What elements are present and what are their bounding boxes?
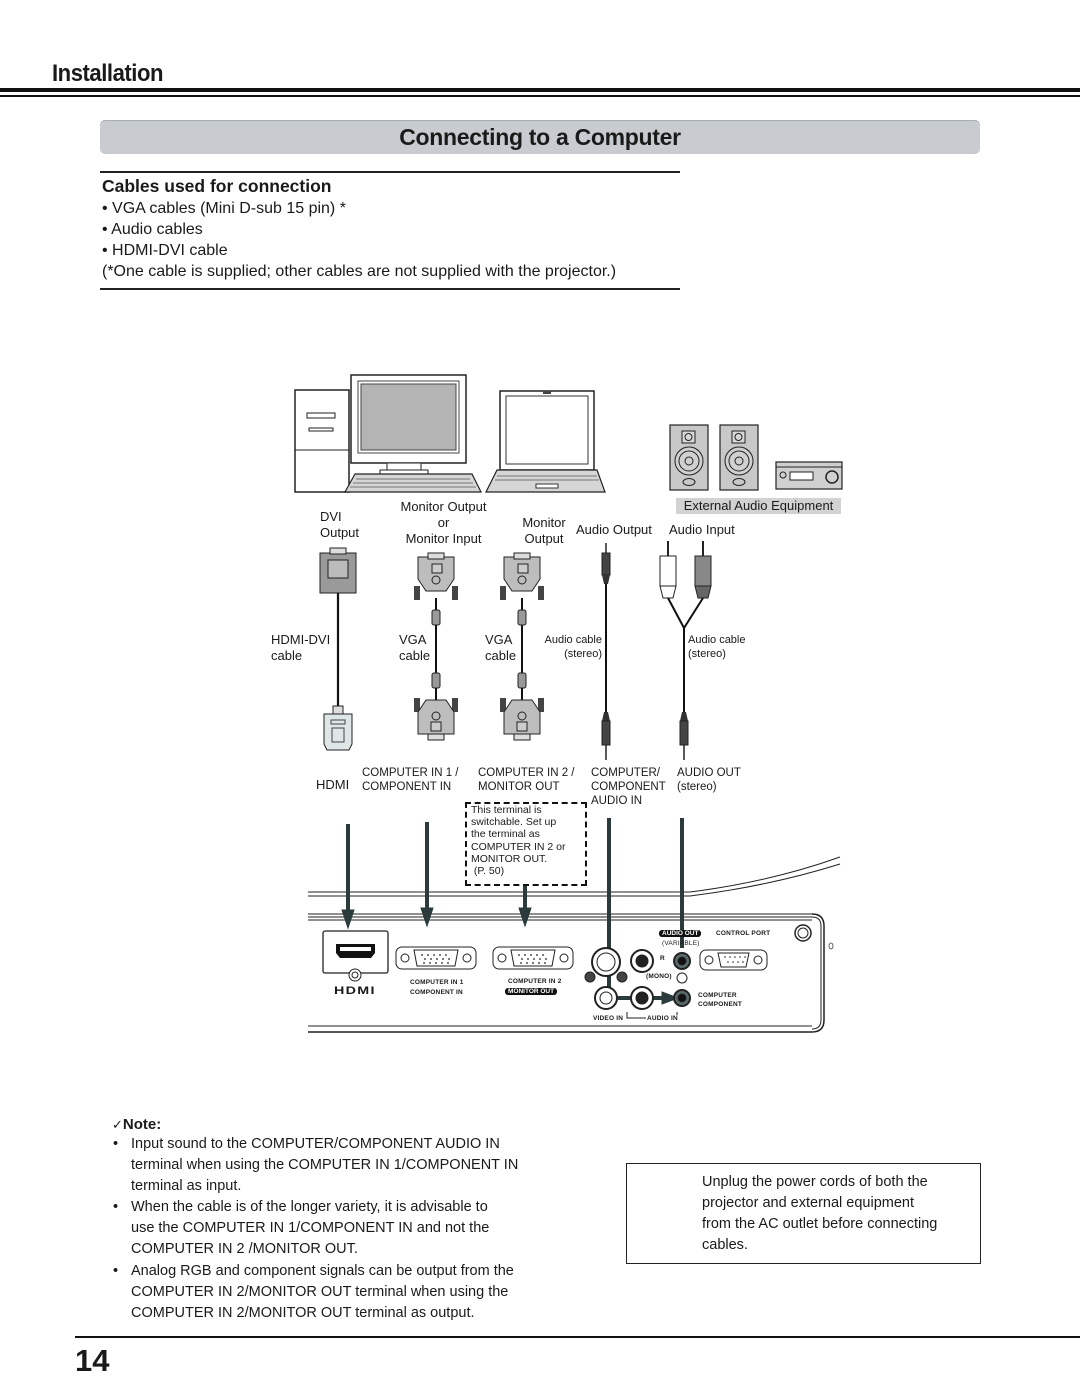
panel-computer-in-1-port: [395, 946, 477, 970]
panel-monitor-out-label: MONITOR OUT: [505, 988, 558, 995]
terminal-computer-in-1-label: COMPUTER IN 1 / COMPONENT IN: [362, 767, 459, 793]
hdmi-plug-icon: [323, 705, 353, 751]
switchable-note-text: This terminal is switchable. Set up the …: [471, 804, 566, 878]
external-audio-equipment-label: External Audio Equipment: [676, 498, 841, 514]
panel-variable-label: (VARIABLE): [662, 940, 700, 947]
panel-hdmi-port: [322, 930, 389, 982]
desktop-tower-icon: [294, 389, 350, 493]
note-list: • Input sound to the COMPUTER/COMPONENT …: [112, 1134, 582, 1324]
monitor-icon: [350, 374, 467, 475]
panel-control-port: [699, 949, 768, 971]
rca-plug-red-icon: [694, 541, 712, 599]
note-item: • Input sound to the COMPUTER/COMPONENT …: [113, 1136, 519, 1194]
note-heading: ✓Note:: [112, 1116, 162, 1133]
audio-cable-1-label: Audio cable (stereo): [544, 634, 603, 660]
monitor-output-or-input-label: Monitor Output or Monitor Input: [400, 499, 487, 546]
terminal-audio-out-label: AUDIO OUT (stereo): [677, 767, 741, 793]
panel-mono-label: (MONO): [646, 973, 672, 980]
laptop-icon: [485, 390, 606, 493]
check-icon: ✓: [112, 1117, 123, 1132]
panel-video-in-label: VIDEO IN: [593, 1015, 624, 1022]
terminal-audio-in-label: COMPUTER/ COMPONENT AUDIO IN: [591, 767, 666, 807]
note-item: • Analog RGB and component signals can b…: [113, 1263, 514, 1321]
hdmi-logo: HDMI: [334, 985, 376, 997]
monitor-output-label: Monitor Output: [522, 515, 566, 546]
arrow-hdmi: [341, 909, 355, 930]
note-item: • When the cable is of the longer variet…: [113, 1199, 490, 1257]
rca-plug-white-icon: [659, 541, 677, 599]
speaker-right-icon: [719, 424, 759, 491]
vga-cable-1-label: VGA cable: [399, 632, 431, 663]
panel-audio-in-label: AUDIO IN: [646, 1015, 679, 1022]
hdmi-dvi-cable-label: HDMI-DVI cable: [271, 632, 331, 663]
audio-output-label: Audio Output: [576, 522, 652, 537]
panel-control-port-label: CONTROL PORT: [716, 930, 771, 937]
panel-computer-component-label: COMPUTER COMPONENT: [698, 992, 743, 1008]
vga-cable-2-label: VGA cable: [485, 632, 517, 663]
panel-computer-in-2-port: [492, 946, 574, 970]
amplifier-icon: [775, 461, 843, 490]
page-number: 14: [75, 1343, 110, 1378]
panel-computer-in-2-label: COMPUTER IN 2: [508, 978, 562, 985]
panel-screw: [794, 924, 812, 942]
panel-indicator: [828, 942, 834, 950]
vga-connector-2-bottom-icon: [500, 672, 544, 741]
vga-connector-1-bottom-icon: [414, 672, 458, 741]
mini-jack-bottom-1-icon: [601, 712, 611, 760]
keyboard-icon: [343, 473, 482, 493]
panel-computer-in-1-label: COMPUTER IN 1 COMPONENT IN: [410, 979, 464, 996]
speaker-left-icon: [669, 424, 709, 491]
footer-rule: [75, 1336, 1080, 1338]
audio-cable-2-label: Audio cable (stereo): [688, 634, 746, 660]
mini-jack-bottom-2-icon: [679, 712, 689, 760]
panel-av-jacks: [584, 947, 691, 1019]
dvi-output-label: DVI Output: [320, 509, 360, 540]
connection-diagram: [294, 374, 843, 1033]
panel-audio-out-label: AUDIO OUT: [659, 930, 702, 937]
warning-text: Unplug the power cords of both the proje…: [702, 1174, 938, 1253]
mini-jack-top-icon: [601, 543, 611, 712]
terminal-computer-in-2-label: COMPUTER IN 2 / MONITOR OUT: [478, 767, 575, 793]
audio-input-label: Audio Input: [669, 522, 735, 537]
terminal-hdmi-label: HDMI: [316, 777, 350, 792]
panel-r-label: R: [660, 955, 665, 962]
